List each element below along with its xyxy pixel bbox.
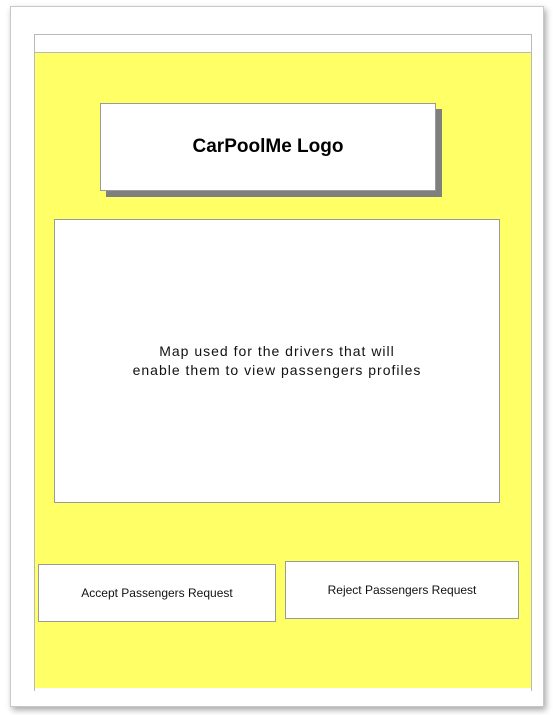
- logo-text: CarPoolMe Logo: [192, 136, 344, 157]
- map-area[interactable]: Map used for the drivers that will enabl…: [54, 219, 500, 503]
- map-description-line-1: Map used for the drivers that will: [159, 343, 395, 359]
- reject-passengers-request-button[interactable]: Reject Passengers Request: [285, 561, 519, 619]
- logo-placeholder: CarPoolMe Logo: [100, 103, 436, 191]
- accept-passengers-request-button[interactable]: Accept Passengers Request: [38, 564, 276, 622]
- top-status-strip: [34, 34, 532, 53]
- bottom-strip: [34, 688, 532, 691]
- map-description-line-2: enable them to view passengers profiles: [132, 362, 422, 378]
